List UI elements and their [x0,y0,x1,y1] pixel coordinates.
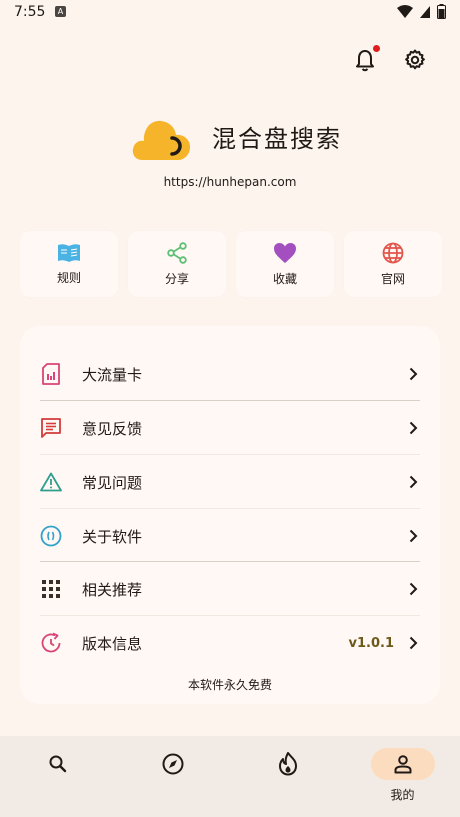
menu-item-label: 意见反馈 [82,419,143,438]
feedback-icon [40,417,62,439]
gear-icon [405,49,425,70]
bell-icon [356,50,374,72]
shortcut-row: 规则 分享 收藏 官网 [20,231,442,297]
compass-icon [162,753,183,775]
status-bar: 7:55 A [0,0,460,26]
version-value: v1.0.1 [348,635,395,651]
menu-item-label: 关于软件 [82,527,143,546]
menu-item-about[interactable]: 关于软件 [40,509,420,563]
nav-pill [26,748,90,780]
brand-header: 混合盘搜索 [132,110,342,162]
nav-pill-active [370,748,435,780]
menu-item-label: 相关推荐 [82,580,143,599]
wifi-icon [397,4,413,18]
free-note: 本软件永久免费 [187,678,272,692]
update-icon [40,632,62,654]
status-icons [397,4,446,19]
globe-icon [382,242,404,263]
menu-item-version[interactable]: 版本信息 v1.0.1 [40,616,420,670]
menu-item-label: 常见问题 [82,473,143,492]
menu-item-label: 大流量卡 [82,365,143,384]
chevron-right-icon [406,529,420,543]
chevron-right-icon [406,421,420,435]
nav-pill [256,748,320,780]
heart-icon [274,242,296,263]
notifications-button[interactable] [352,45,380,74]
search-icon [49,755,66,773]
menu-item-faq[interactable]: 常见问题 [40,455,420,509]
status-time: 7:55 [14,4,46,20]
fire-icon [278,752,297,776]
nav-discover[interactable] [115,736,230,817]
website-url: https://hunhepan.com [163,175,297,189]
shortcut-label: 收藏 [272,271,297,286]
warning-icon [40,471,62,493]
menu-item-data-card[interactable]: 大流量卡 [40,347,420,401]
shortcut-rules[interactable]: 规则 [20,231,118,297]
menu-item-recommendations[interactable]: 相关推荐 [40,562,420,616]
chevron-right-icon [406,475,420,489]
notification-a-icon: A [55,6,66,17]
settings-button[interactable] [402,46,428,74]
shortcut-label: 分享 [164,271,189,286]
chevron-right-icon [406,367,420,381]
bottom-nav: 我的 [0,736,460,817]
notification-dot [373,45,380,52]
cellular-icon [420,5,430,18]
chevron-right-icon [406,582,420,596]
nav-search[interactable] [0,736,115,817]
nav-trending[interactable] [230,736,345,817]
chevron-right-icon [406,636,420,650]
menu-card: 大流量卡 意见反馈 常见问题 关于软件 相关推荐 版本信息 v1.0.1 本软件… [20,326,440,704]
menu-item-feedback[interactable]: 意见反馈 [40,401,420,455]
shortcut-favorites[interactable]: 收藏 [236,231,334,297]
shortcut-label: 官网 [380,271,405,286]
share-icon [167,241,187,264]
cloud-logo-icon [132,120,190,160]
battery-icon [437,4,446,19]
nav-label: 我的 [390,788,415,802]
sim-card-icon [40,363,62,385]
nav-profile[interactable]: 我的 [345,736,460,817]
nav-pill [141,748,205,780]
app-title: 混合盘搜索 [212,124,342,153]
book-icon [58,243,80,262]
menu-item-label: 版本信息 [82,634,143,653]
top-actions [352,45,428,74]
person-icon [394,755,411,774]
shortcut-share[interactable]: 分享 [128,231,226,297]
about-icon [40,525,62,547]
shortcut-website[interactable]: 官网 [344,231,442,297]
shortcut-label: 规则 [56,270,81,285]
grid-icon [40,578,62,600]
